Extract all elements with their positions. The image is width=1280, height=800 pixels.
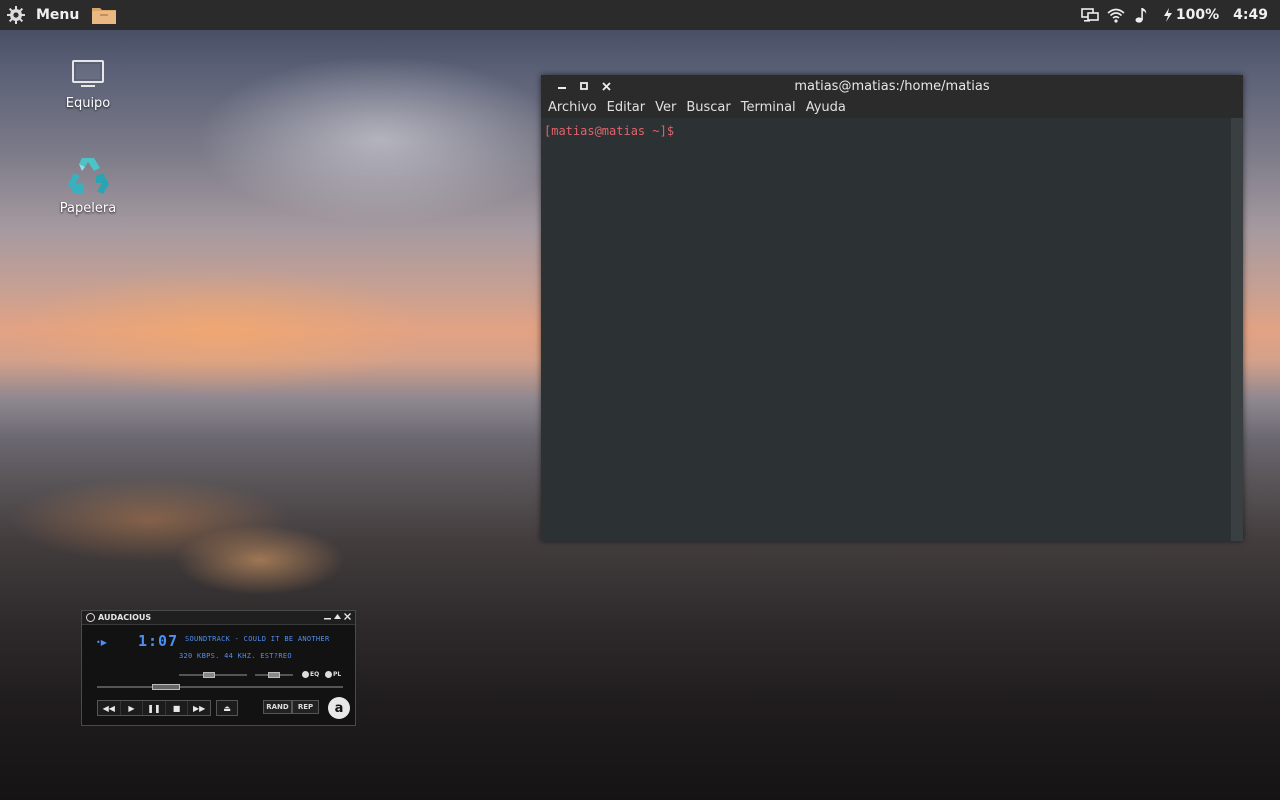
desktop-icon-papelera[interactable]: Papelera	[43, 155, 133, 216]
previous-button[interactable]: ◀◀	[98, 701, 121, 715]
terminal-titlebar[interactable]: matias@matias:/home/matias	[541, 75, 1243, 97]
desktop-icon-label: Equipo	[65, 96, 111, 111]
menu-label: Menu	[36, 7, 80, 23]
next-button[interactable]: ▶▶	[188, 701, 210, 715]
close-button[interactable]	[342, 613, 352, 623]
audacious-logo[interactable]: a	[328, 697, 350, 719]
minimize-button[interactable]	[322, 613, 332, 623]
eq-indicator	[302, 671, 309, 678]
seek-knob[interactable]	[152, 684, 180, 690]
menu-ayuda[interactable]: Ayuda	[801, 100, 851, 115]
wifi-icon[interactable]	[1107, 6, 1125, 24]
folder-icon[interactable]	[91, 5, 117, 25]
menu-editar[interactable]: Editar	[602, 100, 651, 115]
audacious-player[interactable]: AUDACIOUS •▶ 1:07 SOUNDTRACK - COULD IT …	[81, 610, 356, 726]
next-icon: ▶▶	[193, 703, 206, 713]
display-icon[interactable]	[1081, 6, 1099, 24]
battery-percentage: 100%	[1175, 7, 1220, 23]
menu-archivo[interactable]: Archivo	[543, 100, 602, 115]
desktop-icon-label: Papelera	[59, 201, 117, 216]
menu-ver[interactable]: Ver	[650, 100, 681, 115]
close-icon	[343, 613, 351, 620]
battery-indicator[interactable]: 100%	[1163, 7, 1219, 23]
audacious-title: AUDACIOUS	[98, 613, 152, 622]
repeat-button[interactable]: REP	[292, 700, 319, 714]
computer-icon	[72, 60, 104, 87]
audacious-logo-letter: a	[334, 700, 344, 716]
menu-terminal[interactable]: Terminal	[736, 100, 801, 115]
terminal-body[interactable]: [matias@matias ~]$	[541, 118, 1231, 541]
shade-icon	[333, 614, 341, 619]
pl-label: PL	[333, 671, 342, 678]
balance-knob[interactable]	[268, 672, 280, 678]
top-panel: Menu 100% 4:49	[0, 0, 1280, 30]
maximize-icon	[580, 82, 588, 90]
pause-button[interactable]: ❚❚	[143, 701, 166, 715]
eq-toggle[interactable]: EQ	[302, 671, 319, 678]
maximize-button[interactable]	[573, 75, 595, 97]
minimize-icon	[323, 618, 331, 620]
stop-button[interactable]: ■	[166, 701, 189, 715]
volume-knob[interactable]	[203, 672, 215, 678]
playlist-toggle[interactable]: PL	[325, 671, 341, 678]
close-button[interactable]	[595, 75, 617, 97]
shuffle-label: RAND	[266, 703, 289, 711]
menu-buscar[interactable]: Buscar	[681, 100, 735, 115]
minimize-button[interactable]	[551, 75, 573, 97]
play-icon: ▶	[128, 703, 135, 713]
shuffle-button[interactable]: RAND	[263, 700, 292, 714]
shell-prompt: [matias@matias ~]$	[544, 124, 675, 138]
minimize-icon	[558, 87, 566, 89]
play-status-icon: •▶	[96, 638, 107, 647]
stream-info: 320 KBPS. 44 KHZ. EST?REO	[179, 652, 292, 660]
eject-icon: ⏏	[223, 703, 231, 713]
gear-icon	[7, 6, 25, 24]
terminal-window[interactable]: matias@matias:/home/matias Archivo Edita…	[541, 75, 1243, 541]
eq-label: EQ	[310, 671, 320, 678]
pl-indicator	[325, 671, 332, 678]
terminal-menubar: Archivo Editar Ver Buscar Terminal Ayuda	[541, 97, 1243, 118]
menu-button[interactable]: Menu	[0, 0, 87, 30]
clock[interactable]: 4:49	[1233, 7, 1268, 23]
stop-icon: ■	[172, 703, 181, 713]
balance-slider[interactable]	[255, 672, 293, 678]
close-icon	[601, 81, 611, 91]
pause-icon: ❚❚	[147, 703, 161, 713]
desktop-icon-equipo[interactable]: Equipo	[43, 58, 133, 111]
play-button[interactable]: ▶	[121, 701, 144, 715]
recycle-bin-icon	[68, 158, 109, 194]
elapsed-time[interactable]: 1:07	[138, 632, 178, 650]
terminal-title: matias@matias:/home/matias	[794, 78, 990, 94]
eject-button[interactable]: ⏏	[216, 700, 238, 716]
volume-slider[interactable]	[179, 672, 247, 678]
charging-bolt-icon	[1163, 8, 1172, 22]
audacious-logo-icon	[86, 613, 95, 622]
audacious-titlebar[interactable]: AUDACIOUS	[82, 611, 355, 625]
seek-bar[interactable]	[97, 684, 343, 690]
music-note-icon[interactable]	[1133, 6, 1151, 24]
repeat-label: REP	[297, 703, 314, 711]
transport-controls: ◀◀ ▶ ❚❚ ■ ▶▶	[97, 700, 211, 716]
terminal-scrollbar[interactable]	[1231, 118, 1243, 541]
shade-button[interactable]	[332, 613, 342, 623]
previous-icon: ◀◀	[102, 703, 115, 713]
song-title: SOUNDTRACK - COULD IT BE ANOTHER	[185, 635, 330, 643]
